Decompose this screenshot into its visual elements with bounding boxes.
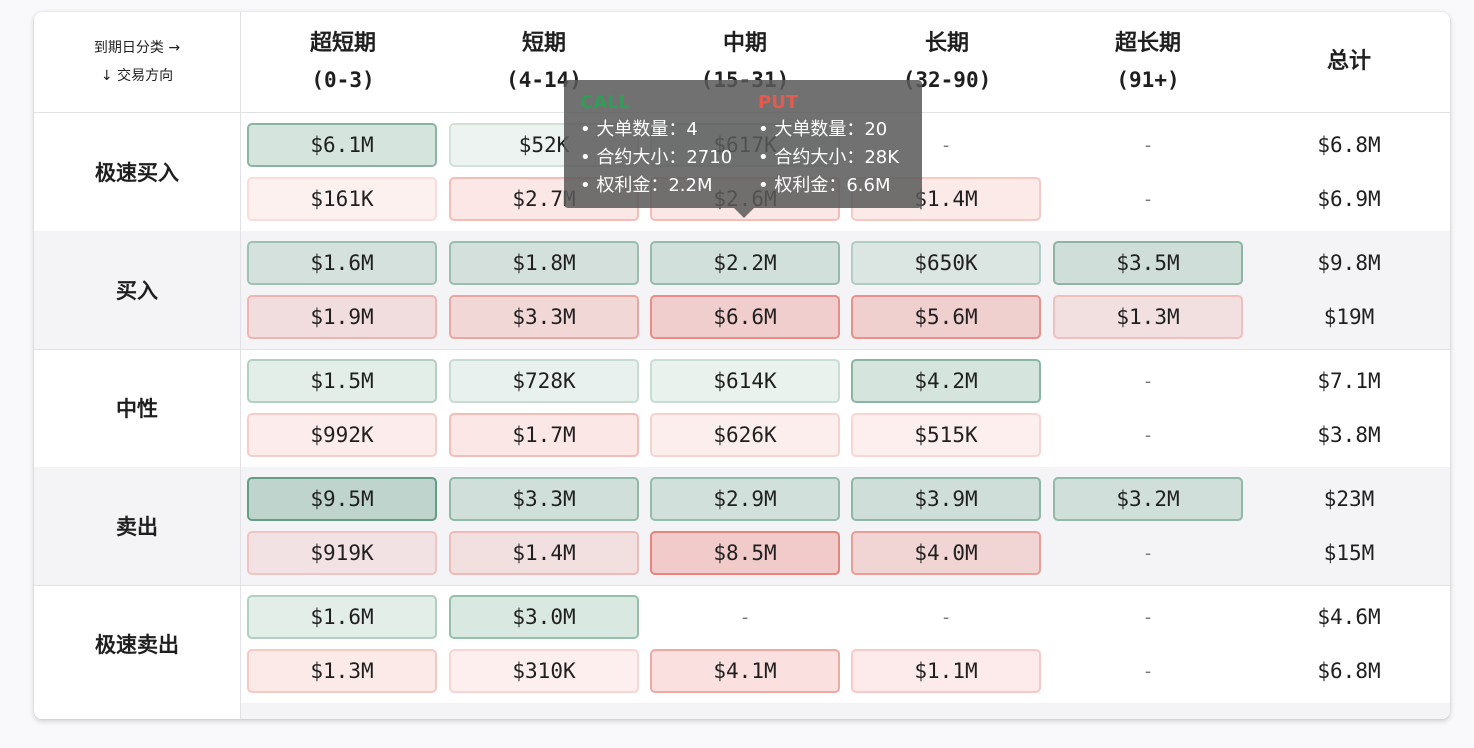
call-value-cell[interactable]: $614K <box>650 359 840 403</box>
call-total-cell: $9.8M <box>1317 251 1381 275</box>
put-value-cell: - <box>1142 188 1154 210</box>
tooltip-call-line: • 权利金：2.2M <box>580 175 713 196</box>
put-value-cell[interactable]: $1.1M <box>851 649 1041 693</box>
corner-direction-label: ↓ 交易方向 <box>100 68 174 84</box>
tooltip-call-title: CALL <box>580 92 631 113</box>
cell-tooltip: CALL • 大单数量：4 • 合约大小：2710 • 权利金：2.2M PUT… <box>564 80 922 218</box>
put-value-cell[interactable]: $4.1M <box>650 649 840 693</box>
put-value-cell[interactable]: $6.6M <box>650 295 840 339</box>
row-label: 买入 <box>34 231 241 349</box>
put-total-cell: $19M <box>1323 305 1375 329</box>
tooltip-put-line: • 权利金：6.6M <box>758 175 891 196</box>
call-value-cell[interactable]: $6.1M <box>247 123 437 167</box>
put-value-cell[interactable]: $161K <box>247 177 437 221</box>
tooltip-put-title: PUT <box>758 92 799 113</box>
column-header: 超短期 (0-3) <box>242 12 444 112</box>
corner-axis-label: 到期日分类 → ↓ 交易方向 <box>34 12 241 112</box>
put-value-cell[interactable]: $992K <box>247 413 437 457</box>
table-row-group: 卖出 $9.5M $3.3M $2.9M $3.9M $3.2M $23M $919K $1.4… <box>34 467 1450 586</box>
call-value-cell[interactable]: $3.5M <box>1053 241 1243 285</box>
call-value-cell[interactable]: $1.5M <box>247 359 437 403</box>
tooltip-call-line: • 大单数量：4 <box>580 119 698 140</box>
put-total-cell: $15M <box>1323 541 1375 565</box>
tooltip-put-line: • 大单数量：20 <box>758 119 888 140</box>
put-value-cell: - <box>1142 660 1154 682</box>
put-total-cell: $3.8M <box>1317 423 1381 447</box>
call-value-cell[interactable]: $1.8M <box>449 241 639 285</box>
put-value-cell[interactable]: $1.4M <box>449 531 639 575</box>
column-header-range: (91+) <box>1116 68 1180 92</box>
put-value-cell: - <box>1142 542 1154 564</box>
column-header-name: 短期 <box>521 31 566 56</box>
call-value-cell[interactable]: $3.9M <box>851 477 1041 521</box>
column-header-name: 长期 <box>924 31 969 56</box>
call-value-cell[interactable]: $2.9M <box>650 477 840 521</box>
put-value-cell[interactable]: $515K <box>851 413 1041 457</box>
put-value-cell[interactable]: $1.9M <box>247 295 437 339</box>
put-value-cell: - <box>1142 424 1154 446</box>
call-value-cell[interactable]: $4.2M <box>851 359 1041 403</box>
row-label: 极速卖出 <box>34 585 241 703</box>
column-header-range: (0-3) <box>311 68 375 92</box>
column-header-name: 总计 <box>1326 49 1371 74</box>
put-value-cell[interactable]: $1.3M <box>247 649 437 693</box>
tooltip-put-column: PUT • 大单数量：20 • 合约大小：28K • 权利金：6.6M <box>758 90 899 200</box>
call-value-cell: - <box>1142 134 1154 156</box>
corner-expiry-label: 到期日分类 → <box>93 40 181 56</box>
call-value-cell: - <box>940 606 952 628</box>
call-value-cell[interactable]: $1.6M <box>247 241 437 285</box>
table-row-group: 买入 $1.6M $1.8M $2.2M $650K $3.5M $9.8M $1.9M $3.… <box>34 231 1450 350</box>
put-value-cell[interactable]: $626K <box>650 413 840 457</box>
put-value-cell[interactable]: $5.6M <box>851 295 1041 339</box>
put-total-cell: $6.8M <box>1317 659 1381 683</box>
call-total-cell: $7.1M <box>1317 369 1381 393</box>
table-row-group: 中性 $1.5M $728K $614K $4.2M - $7.1M $992K $1.7M $6… <box>34 349 1450 468</box>
put-value-cell[interactable]: $3.3M <box>449 295 639 339</box>
put-value-cell[interactable]: $8.5M <box>650 531 840 575</box>
column-header-name: 中期 <box>722 31 767 56</box>
put-total-cell: $6.9M <box>1317 187 1381 211</box>
put-value-cell[interactable]: $1.3M <box>1053 295 1243 339</box>
call-value-cell[interactable]: $2.2M <box>650 241 840 285</box>
call-value-cell[interactable]: $728K <box>449 359 639 403</box>
put-value-cell[interactable]: $1.7M <box>449 413 639 457</box>
put-value-cell[interactable]: $4.0M <box>851 531 1041 575</box>
call-value-cell[interactable]: $1.6M <box>247 595 437 639</box>
tooltip-put-line: • 合约大小：28K <box>758 147 900 168</box>
column-header-name: 超短期 <box>309 31 376 56</box>
tooltip-call-line: • 合约大小：2710 <box>580 147 733 168</box>
call-total-cell: $23M <box>1323 487 1375 511</box>
call-total-cell: $4.6M <box>1317 605 1381 629</box>
call-value-cell[interactable]: $3.0M <box>449 595 639 639</box>
column-header: 超长期 (91+) <box>1047 12 1249 112</box>
put-value-cell[interactable]: $919K <box>247 531 437 575</box>
call-value-cell[interactable]: $3.3M <box>449 477 639 521</box>
table-row-group: 极速卖出 $1.6M $3.0M - - - $4.6M $1.3M $310K $4.1M $1.… <box>34 585 1450 704</box>
row-label: 中性 <box>34 349 241 467</box>
row-label: 极速买入 <box>34 113 241 231</box>
tooltip-call-column: CALL • 大单数量：4 • 合约大小：2710 • 权利金：2.2M <box>580 90 732 200</box>
table-footer <box>34 703 1450 719</box>
call-value-cell[interactable]: $3.2M <box>1053 477 1243 521</box>
call-value-cell: - <box>1142 370 1154 392</box>
tooltip-arrow <box>734 208 754 218</box>
call-value-cell[interactable]: $650K <box>851 241 1041 285</box>
column-header-name: 超长期 <box>1114 31 1181 56</box>
row-label: 卖出 <box>34 467 241 585</box>
column-header: 总计 <box>1248 12 1450 112</box>
call-value-cell[interactable]: $9.5M <box>247 477 437 521</box>
put-value-cell[interactable]: $310K <box>449 649 639 693</box>
call-value-cell: - <box>1142 606 1154 628</box>
call-total-cell: $6.8M <box>1317 133 1381 157</box>
call-value-cell: - <box>739 606 751 628</box>
